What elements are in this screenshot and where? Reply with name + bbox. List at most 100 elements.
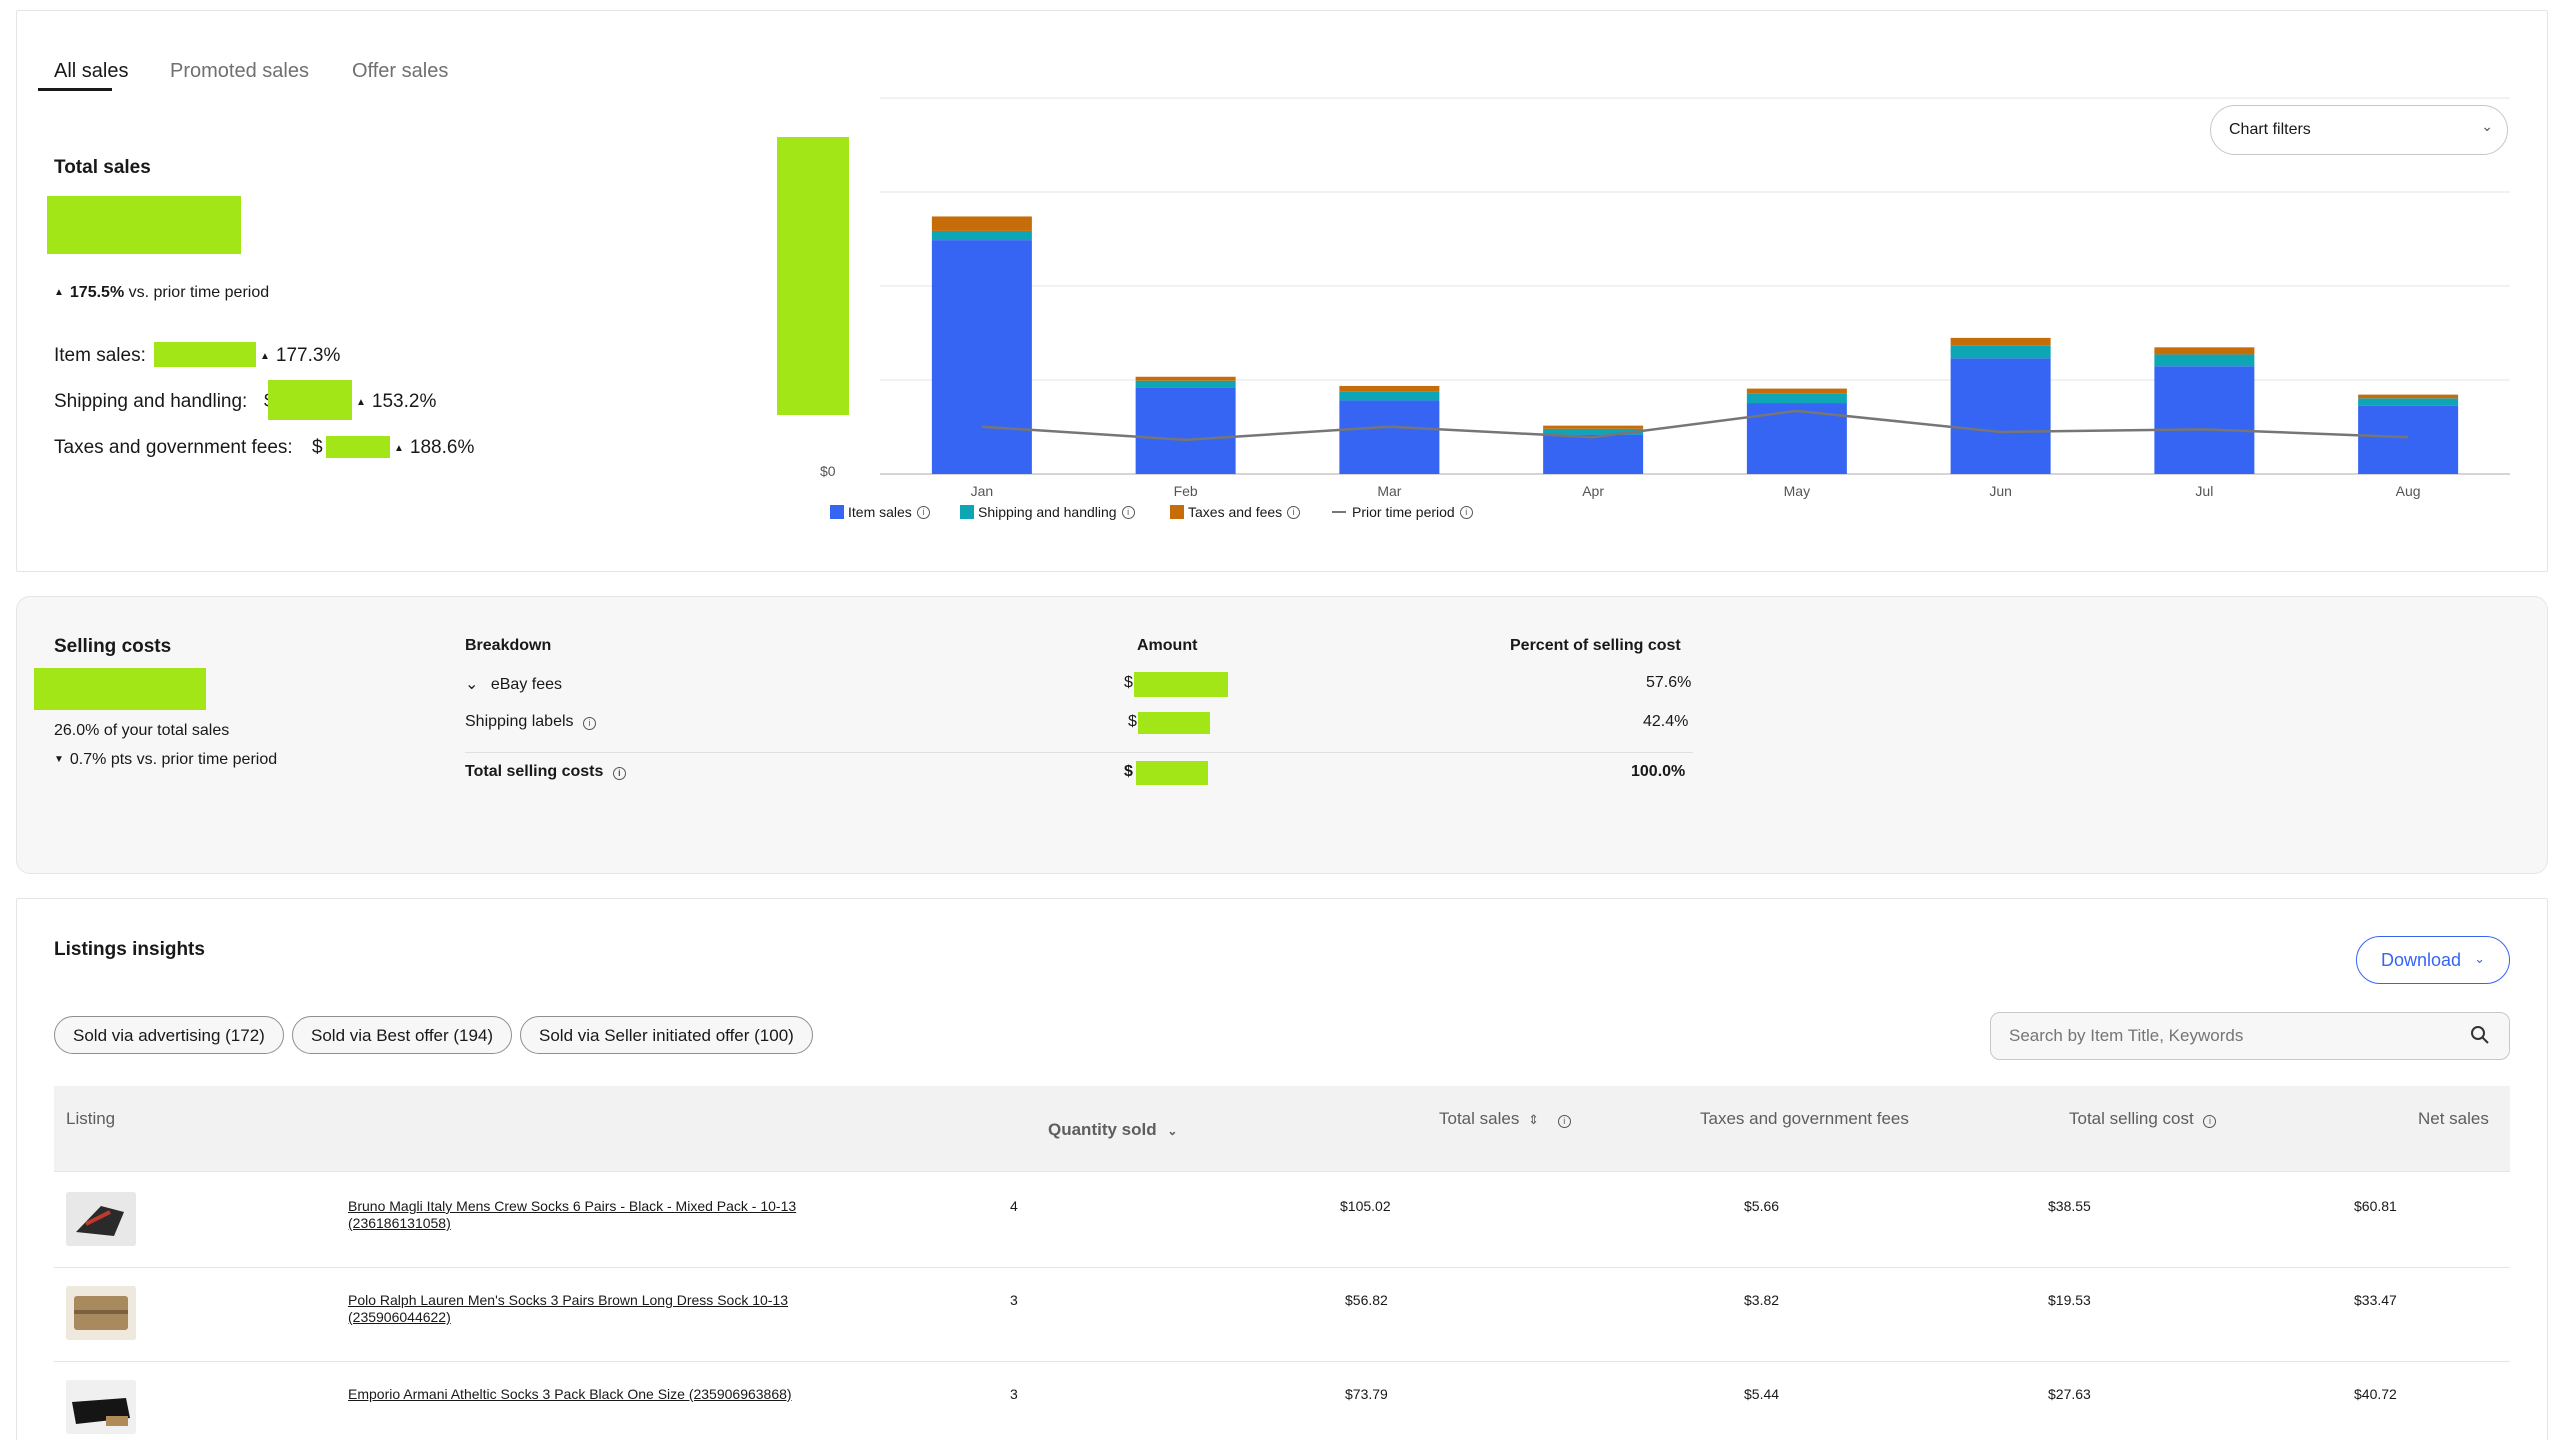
- legend-label-taxes: Taxes and fees: [1188, 504, 1283, 520]
- table-row[interactable]: Bruno Magli Italy Mens Crew Socks 6 Pair…: [54, 1174, 2510, 1268]
- col-quantity-sold[interactable]: Quantity sold ⌄: [1048, 1120, 1177, 1140]
- col-quantity-label: Quantity sold: [1048, 1120, 1157, 1139]
- legend-line-prior: [1332, 511, 1346, 513]
- x-tick-label: Feb: [1174, 483, 1198, 499]
- info-icon[interactable]: i: [916, 505, 930, 519]
- info-icon[interactable]: i: [1287, 505, 1301, 519]
- total-selling-costs-prefix: $: [1124, 763, 1133, 780]
- total-selling-costs-text: Total selling costs: [465, 763, 604, 780]
- bar-shipping-and-handling: [1339, 391, 1440, 401]
- filter-sold-via-seller-offer[interactable]: Sold via Seller initiated offer (100): [520, 1016, 813, 1054]
- percent-header: Percent of selling cost: [1510, 637, 1681, 654]
- bar-item-sales: [931, 240, 1032, 474]
- bar-item-sales: [1543, 434, 1644, 474]
- download-label: Download: [2381, 950, 2462, 970]
- col-total-sales-label: Total sales: [1439, 1109, 1520, 1128]
- total-selling-costs-label: Total selling costs i: [465, 763, 626, 781]
- col-listing: Listing: [66, 1109, 116, 1128]
- search-icon[interactable]: [2470, 1025, 2490, 1050]
- table-row[interactable]: Emporio Armani Atheltic Socks 3 Pack Bla…: [54, 1362, 2510, 1440]
- filter-sold-via-advertising[interactable]: Sold via advertising (172): [54, 1016, 284, 1054]
- bar-taxes-and-fees: [2358, 394, 2459, 399]
- taxes-fees: $5.44: [1744, 1386, 1780, 1402]
- ebay-fees-percent: 57.6%: [1646, 674, 1692, 691]
- table-header: Listing Quantity sold ⌄ Total sales ⇕ i …: [54, 1086, 2510, 1172]
- selling-costs-change-value: 0.7% pts: [54, 751, 132, 768]
- legend-label-shipping: Shipping and handling: [978, 504, 1117, 520]
- sales-chart: $0 Jan Feb Mar Apr May Jun Jul Aug: [820, 97, 2510, 499]
- bar-shipping-and-handling: [931, 230, 1032, 241]
- shipping-labels-prefix: $: [1128, 713, 1137, 730]
- listing-title-link[interactable]: Bruno Magli Italy Mens Crew Socks 6 Pair…: [348, 1198, 838, 1232]
- net-sales: $33.47: [2354, 1292, 2397, 1308]
- total-sales: $73.79: [1345, 1386, 1388, 1402]
- listing-thumbnail[interactable]: [66, 1286, 136, 1340]
- info-icon[interactable]: i: [1557, 1115, 1571, 1128]
- redacted-shipping-labels: [1138, 712, 1210, 734]
- total-sales: $56.82: [1345, 1292, 1388, 1308]
- bar-item-sales: [2358, 405, 2459, 474]
- x-tick-label: May: [1784, 483, 1810, 499]
- bar-shipping-and-handling: [1746, 393, 1847, 404]
- amount-header: Amount: [1137, 637, 1198, 654]
- bar-item-sales: [1339, 400, 1440, 474]
- legend-label-item-sales: Item sales: [848, 504, 912, 520]
- selling-costs-title: Selling costs: [54, 636, 172, 657]
- col-selling-cost-label: Total selling cost: [2069, 1109, 2194, 1128]
- info-icon[interactable]: i: [1121, 505, 1135, 519]
- quantity-sold: 3: [1010, 1386, 1018, 1402]
- x-tick-label: Jan: [971, 483, 994, 499]
- selling-cost: $38.55: [2048, 1198, 2091, 1214]
- legend-swatch-shipping: [960, 505, 974, 519]
- col-taxes: Taxes and government fees: [1700, 1109, 1909, 1128]
- legend-swatch-item-sales: [830, 505, 844, 519]
- listing-thumbnail[interactable]: [66, 1380, 136, 1434]
- ebay-fees-prefix: $: [1124, 674, 1133, 691]
- selling-costs-panel: [16, 596, 2548, 874]
- download-button[interactable]: Download ⌄: [2356, 936, 2510, 984]
- bar-taxes-and-fees: [931, 216, 1032, 231]
- col-selling-cost: Total selling cost i: [2069, 1109, 2217, 1129]
- redacted-selling-costs-value: [34, 668, 206, 710]
- info-icon[interactable]: i: [582, 717, 596, 730]
- bar-item-sales: [1950, 358, 2051, 474]
- x-tick-label: Mar: [1377, 483, 1401, 499]
- y-tick-label: $0: [820, 463, 836, 479]
- col-net-sales: Net sales: [2418, 1109, 2489, 1128]
- selling-cost: $27.63: [2048, 1386, 2091, 1402]
- x-tick-label: Jul: [2195, 483, 2213, 499]
- bar-taxes-and-fees: [1135, 376, 1236, 381]
- taxes-fees: $5.66: [1744, 1198, 1780, 1214]
- shipping-labels-percent: 42.4%: [1643, 713, 1689, 730]
- ebay-fees-row[interactable]: ⌄ eBay fees: [465, 674, 562, 694]
- info-icon[interactable]: i: [612, 767, 626, 780]
- col-total-sales[interactable]: Total sales ⇕ i: [1439, 1109, 1571, 1129]
- filter-sold-via-best-offer[interactable]: Sold via Best offer (194): [292, 1016, 513, 1054]
- search-input[interactable]: [1990, 1012, 2510, 1060]
- info-icon[interactable]: i: [1459, 505, 1473, 519]
- sort-icon: ⇕: [1528, 1112, 1539, 1127]
- table-row[interactable]: Polo Ralph Lauren Men's Socks 3 Pairs Br…: [54, 1268, 2510, 1362]
- legend-label-prior: Prior time period: [1352, 504, 1455, 520]
- chevron-down-icon: ⌄: [2474, 951, 2485, 966]
- listing-title-link[interactable]: Emporio Armani Atheltic Socks 3 Pack Bla…: [348, 1386, 838, 1403]
- ebay-fees-label: eBay fees: [490, 676, 563, 693]
- bar-shipping-and-handling: [2154, 354, 2255, 367]
- selling-costs-change-suffix: vs. prior time period: [136, 751, 278, 768]
- breakdown-header: Breakdown: [465, 637, 552, 654]
- x-tick-label: Jun: [1989, 483, 2012, 499]
- bar-shipping-and-handling: [1950, 345, 2051, 359]
- total-sales: $105.02: [1340, 1198, 1391, 1214]
- info-icon[interactable]: i: [2203, 1115, 2217, 1128]
- legend-swatch-taxes: [1170, 505, 1184, 519]
- costs-divider: [465, 752, 1693, 753]
- bar-taxes-and-fees: [1950, 337, 2051, 346]
- taxes-fees: $3.82: [1744, 1292, 1780, 1308]
- listing-thumbnail[interactable]: [66, 1192, 136, 1246]
- net-sales: $60.81: [2354, 1198, 2397, 1214]
- listing-title-link[interactable]: Polo Ralph Lauren Men's Socks 3 Pairs Br…: [348, 1292, 838, 1326]
- legend-item-taxes: Taxes and fees i: [1170, 504, 1301, 520]
- bar-item-sales: [1135, 387, 1236, 474]
- bar-item-sales: [2154, 366, 2255, 474]
- bar-shipping-and-handling: [2358, 398, 2459, 406]
